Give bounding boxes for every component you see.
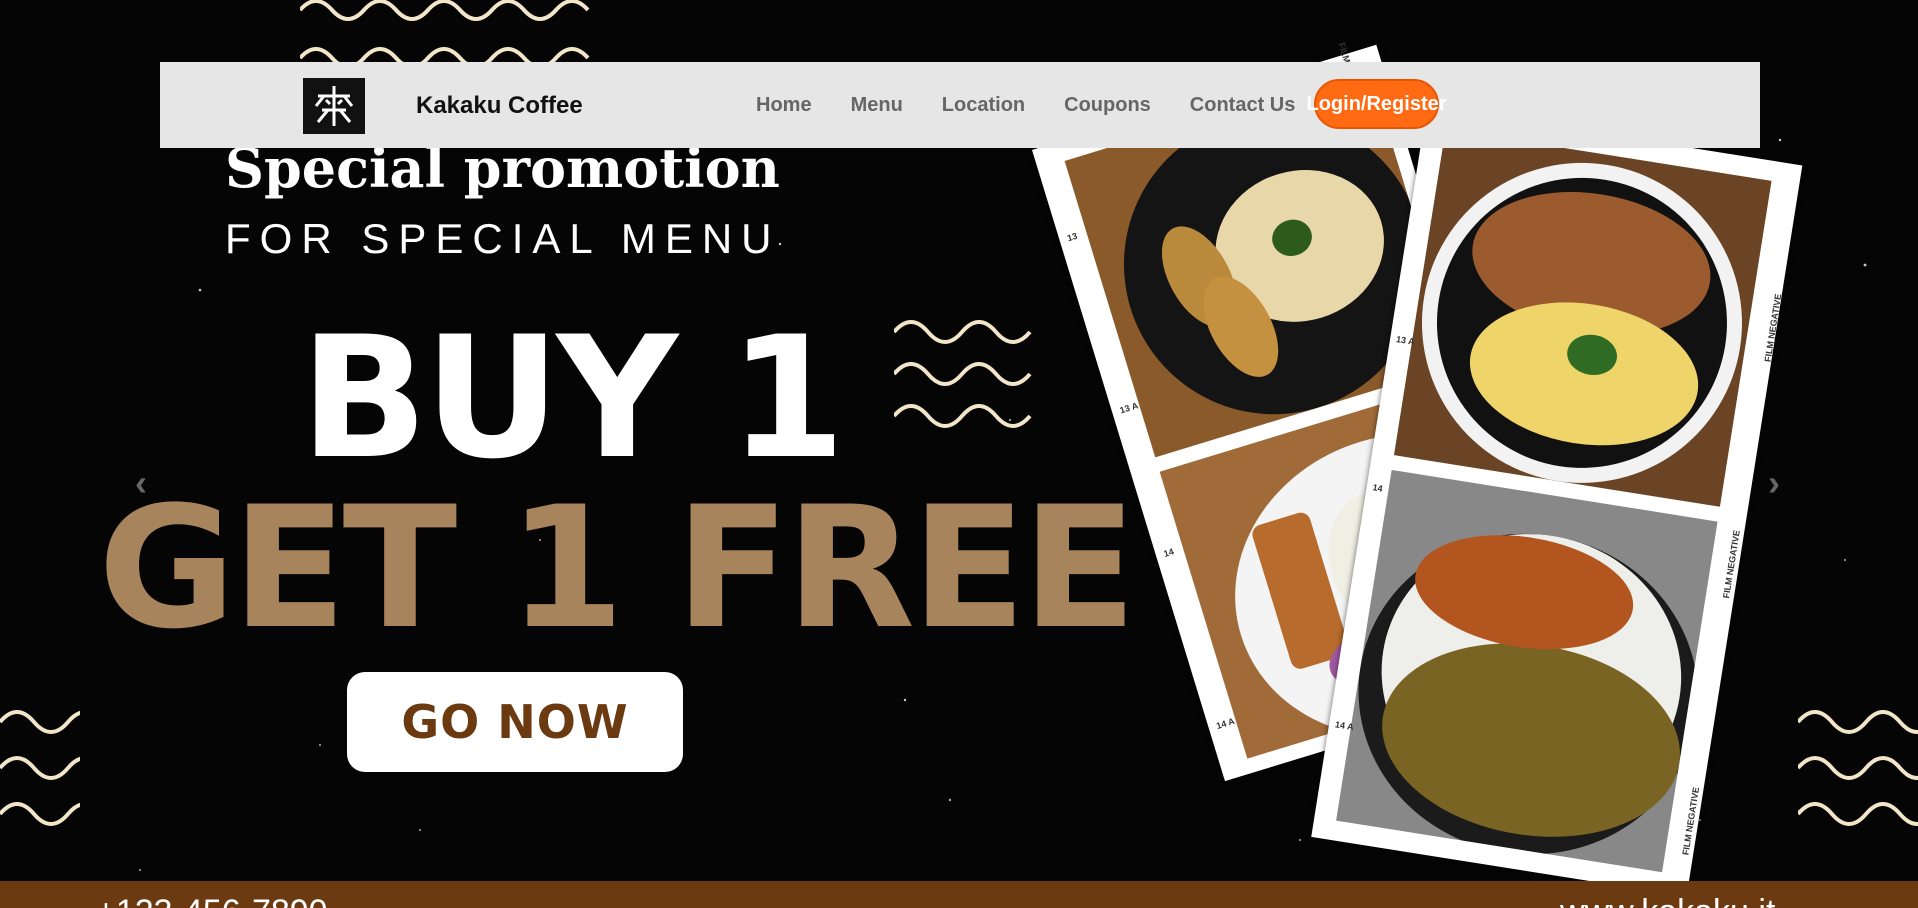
film-label: 14: [1371, 482, 1384, 494]
nav-links: Home Menu Location Coupons Contact Us: [756, 94, 1334, 117]
phone-number: +123-456-7890: [96, 893, 328, 908]
wave-decoration-right: [1798, 710, 1918, 826]
promo-subtitle: FOR SPECIAL MENU: [225, 215, 781, 262]
promo-buy-line: BUY 1: [300, 300, 846, 496]
wave-decoration-left: [0, 710, 80, 826]
nav-link-home[interactable]: Home: [756, 94, 812, 117]
go-now-button[interactable]: GO NOW: [347, 672, 683, 772]
stirfry-plate-illustration: [1421, 162, 1742, 483]
top-navbar: Kakaku Coffee Home Menu Location Coupons…: [160, 62, 1760, 148]
carousel-next-icon[interactable]: ›: [1768, 462, 1780, 504]
nav-link-location[interactable]: Location: [942, 94, 1025, 117]
film-label: 13 A: [1395, 334, 1416, 347]
carousel-prev-icon[interactable]: ‹: [135, 462, 147, 504]
film-label: 14: [1162, 546, 1175, 559]
footer-bar: +123-456-7890 www.kakaku.it: [0, 881, 1918, 908]
login-register-button[interactable]: Login/Register: [1307, 79, 1447, 129]
footer-website: www.kakaku.it: [1560, 893, 1775, 908]
nav-link-contact[interactable]: Contact Us: [1190, 94, 1296, 117]
wave-decoration-top: [300, 0, 590, 69]
film-label: 14 A: [1215, 715, 1236, 732]
promo-free-line: GET 1 FREE: [98, 470, 1137, 666]
nav-link-menu[interactable]: Menu: [851, 94, 903, 117]
curry-plate-illustration: [1358, 533, 1699, 855]
food-photo-curry: [1336, 469, 1718, 873]
film-label: 13 A: [1118, 400, 1140, 416]
logo-icon[interactable]: [303, 78, 365, 134]
brand-name[interactable]: Kakaku Coffee: [416, 92, 583, 120]
film-label: 13: [1065, 230, 1079, 244]
food-photo-stirfry: [1393, 129, 1772, 507]
film-label: 14 A: [1334, 719, 1355, 733]
nav-link-coupons[interactable]: Coupons: [1064, 94, 1151, 117]
wave-decoration-middle: [894, 320, 1032, 428]
